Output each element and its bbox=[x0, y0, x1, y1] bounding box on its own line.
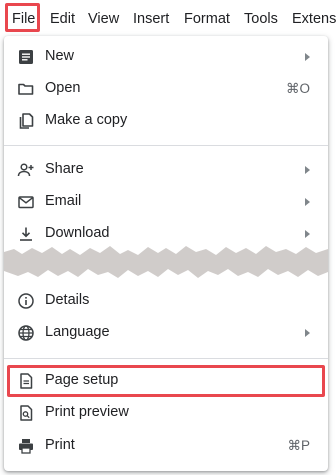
menu-item-label: Print preview bbox=[45, 404, 129, 420]
file-menu-dropdown: New Open ⌘O Make a copy Share Email Down… bbox=[4, 36, 328, 471]
printer-icon bbox=[19, 439, 33, 454]
shortcut-text: ⌘P bbox=[287, 438, 310, 453]
menu-item-label: Language bbox=[45, 324, 110, 340]
torn-edge-graphic bbox=[4, 246, 328, 278]
submenu-arrow-icon bbox=[305, 230, 310, 238]
person-add-icon bbox=[17, 163, 34, 177]
menu-item-open[interactable]: Open ⌘O bbox=[4, 73, 328, 105]
menu-tools[interactable]: Tools bbox=[244, 11, 278, 27]
page-setup-highlight bbox=[7, 365, 325, 397]
submenu-arrow-icon bbox=[305, 53, 310, 61]
menu-item-print-preview[interactable]: Print preview bbox=[4, 397, 328, 429]
copy-icon bbox=[19, 113, 34, 129]
file-menu-highlight bbox=[5, 3, 40, 32]
menubar: File Edit View Insert Format Tools Exten… bbox=[0, 0, 336, 40]
submenu-arrow-icon bbox=[305, 198, 310, 206]
menu-item-email[interactable]: Email bbox=[4, 186, 328, 218]
menu-item-language[interactable]: Language bbox=[4, 317, 328, 349]
menu-item-label: Open bbox=[45, 80, 81, 96]
menu-item-label: Print bbox=[45, 437, 75, 453]
screen: File Edit View Insert Format Tools Exten… bbox=[0, 0, 336, 475]
document-icon bbox=[19, 50, 33, 64]
menu-separator bbox=[4, 145, 328, 146]
menu-extensions[interactable]: Extens bbox=[292, 11, 336, 27]
submenu-arrow-icon bbox=[305, 166, 310, 174]
globe-icon bbox=[18, 325, 34, 341]
menu-insert[interactable]: Insert bbox=[133, 11, 169, 27]
submenu-arrow-icon bbox=[305, 329, 310, 337]
menu-item-make-a-copy[interactable]: Make a copy bbox=[4, 105, 328, 137]
menu-item-label: New bbox=[45, 48, 75, 64]
menu-item-label: Make a copy bbox=[45, 112, 128, 128]
menu-view[interactable]: View bbox=[88, 11, 119, 27]
menu-edit[interactable]: Edit bbox=[50, 11, 75, 27]
menu-item-label: Details bbox=[45, 292, 90, 308]
menu-item-label: Share bbox=[45, 161, 84, 177]
menu-item-print[interactable]: Print ⌘P bbox=[4, 430, 328, 462]
menu-item-new[interactable]: New bbox=[4, 41, 328, 73]
menu-item-details[interactable]: Details bbox=[4, 285, 328, 317]
menu-format[interactable]: Format bbox=[184, 11, 230, 27]
preview-icon bbox=[20, 405, 33, 421]
menu-separator bbox=[4, 358, 328, 359]
email-icon bbox=[18, 196, 34, 209]
shortcut-text: ⌘O bbox=[285, 81, 310, 96]
menu-item-label: Email bbox=[45, 193, 82, 209]
download-icon bbox=[20, 227, 32, 241]
info-icon bbox=[18, 293, 34, 309]
menu-item-share[interactable]: Share bbox=[4, 154, 328, 186]
menu-item-label: Download bbox=[45, 225, 110, 241]
folder-icon bbox=[18, 83, 34, 95]
